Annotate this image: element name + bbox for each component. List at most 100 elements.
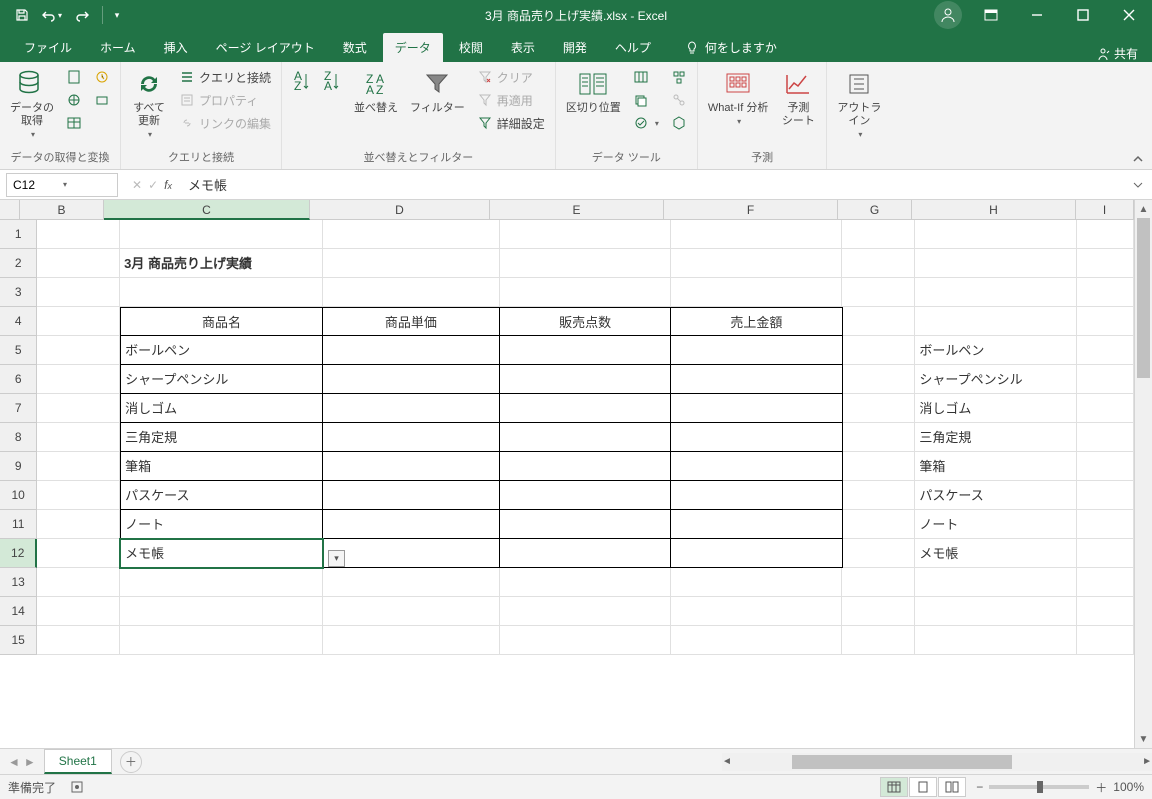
- cell-H9[interactable]: 筆箱: [915, 452, 1076, 481]
- cell-G2[interactable]: [842, 249, 915, 278]
- cell-H8[interactable]: 三角定規: [915, 423, 1076, 452]
- cell-C1[interactable]: [120, 220, 323, 249]
- cell-H12[interactable]: メモ帳: [915, 539, 1076, 568]
- text-to-columns-button[interactable]: 区切り位置: [562, 66, 625, 117]
- cell-G14[interactable]: [842, 597, 915, 626]
- cell-F9[interactable]: [671, 452, 842, 481]
- sheet-nav-next[interactable]: ►: [24, 755, 36, 769]
- clear-filter-button[interactable]: クリア: [473, 66, 549, 88]
- cell-D4[interactable]: 商品単価: [323, 307, 500, 336]
- cell-E15[interactable]: [500, 626, 671, 655]
- cell-B15[interactable]: [37, 626, 120, 655]
- cell-I10[interactable]: [1077, 481, 1134, 510]
- qat-customize[interactable]: ▾: [109, 1, 125, 29]
- cell-B7[interactable]: [37, 394, 120, 423]
- cell-C5[interactable]: ボールペン: [120, 336, 323, 365]
- from-text-button[interactable]: [62, 66, 86, 88]
- cell-I7[interactable]: [1077, 394, 1134, 423]
- cell-F6[interactable]: [671, 365, 842, 394]
- cell-C14[interactable]: [120, 597, 323, 626]
- data-validation-button[interactable]: ▾: [629, 112, 663, 134]
- cell-F12[interactable]: [671, 539, 842, 568]
- cell-B11[interactable]: [37, 510, 120, 539]
- advanced-filter-button[interactable]: 詳細設定: [473, 112, 549, 134]
- tab-file[interactable]: ファイル: [12, 33, 84, 62]
- cell-E9[interactable]: [500, 452, 671, 481]
- cell-F8[interactable]: [671, 423, 842, 452]
- cell-C7[interactable]: 消しゴム: [120, 394, 323, 423]
- cell-I13[interactable]: [1077, 568, 1134, 597]
- cell-D1[interactable]: [323, 220, 500, 249]
- cell-G6[interactable]: [843, 365, 916, 394]
- cell-B14[interactable]: [37, 597, 120, 626]
- cell-F1[interactable]: [671, 220, 842, 249]
- cell-I4[interactable]: [1077, 307, 1134, 336]
- cell-H3[interactable]: [915, 278, 1076, 307]
- cell-H5[interactable]: ボールペン: [915, 336, 1076, 365]
- row-header-14[interactable]: 14: [0, 597, 37, 626]
- column-header-G[interactable]: G: [838, 200, 912, 220]
- row-header-12[interactable]: 12: [0, 539, 37, 568]
- cell-C4[interactable]: 商品名: [120, 307, 323, 336]
- cell-F7[interactable]: [671, 394, 842, 423]
- row-header-10[interactable]: 10: [0, 481, 37, 510]
- zoom-slider[interactable]: [989, 785, 1089, 789]
- scroll-left-button[interactable]: ◄: [722, 753, 732, 771]
- queries-button[interactable]: クエリと接続: [175, 66, 275, 88]
- cell-D7[interactable]: [323, 394, 500, 423]
- existing-conn-button[interactable]: [90, 89, 114, 111]
- remove-dup-button[interactable]: [629, 89, 663, 111]
- normal-view-button[interactable]: [880, 777, 908, 797]
- consolidate-button[interactable]: [667, 66, 691, 88]
- vertical-scrollbar[interactable]: ▲ ▼: [1134, 200, 1152, 748]
- cell-E10[interactable]: [500, 481, 671, 510]
- cell-H15[interactable]: [915, 626, 1076, 655]
- cell-C15[interactable]: [120, 626, 323, 655]
- cell-B3[interactable]: [37, 278, 120, 307]
- filter-button[interactable]: フィルター: [406, 66, 469, 117]
- row-header-1[interactable]: 1: [0, 220, 37, 249]
- select-all-button[interactable]: [0, 200, 20, 220]
- tab-insert[interactable]: 挿入: [152, 33, 200, 62]
- properties-button[interactable]: プロパティ: [175, 89, 275, 111]
- close-button[interactable]: [1106, 0, 1152, 30]
- name-box[interactable]: C12▾: [6, 173, 118, 197]
- cell-D3[interactable]: [323, 278, 500, 307]
- tab-review[interactable]: 校閲: [447, 33, 495, 62]
- cell-H7[interactable]: 消しゴム: [915, 394, 1076, 423]
- row-header-4[interactable]: 4: [0, 307, 37, 336]
- sort-asc-button[interactable]: AZ: [288, 66, 316, 98]
- zoom-in-button[interactable]: ＋: [1095, 779, 1107, 796]
- cell-C10[interactable]: パスケース: [120, 481, 323, 510]
- cell-D2[interactable]: [323, 249, 500, 278]
- sort-desc-button[interactable]: ZA: [318, 66, 346, 98]
- data-validation-dropdown[interactable]: ▾: [328, 550, 345, 567]
- row-header-15[interactable]: 15: [0, 626, 37, 655]
- cell-E3[interactable]: [500, 278, 671, 307]
- cell-I1[interactable]: [1077, 220, 1134, 249]
- cell-C8[interactable]: 三角定規: [120, 423, 323, 452]
- cell-F4[interactable]: 売上金額: [671, 307, 842, 336]
- cell-I3[interactable]: [1077, 278, 1134, 307]
- cell-D14[interactable]: [323, 597, 500, 626]
- cell-B10[interactable]: [37, 481, 120, 510]
- cell-H1[interactable]: [915, 220, 1076, 249]
- cell-I9[interactable]: [1077, 452, 1134, 481]
- tab-help[interactable]: ヘルプ: [603, 33, 663, 62]
- cell-I11[interactable]: [1077, 510, 1134, 539]
- enter-formula-button[interactable]: ✓: [148, 178, 158, 192]
- row-header-7[interactable]: 7: [0, 394, 37, 423]
- ribbon-display-button[interactable]: [968, 0, 1014, 30]
- save-button[interactable]: [8, 1, 36, 29]
- cell-H10[interactable]: パスケース: [915, 481, 1076, 510]
- cell-B8[interactable]: [37, 423, 120, 452]
- from-table-button[interactable]: [62, 112, 86, 134]
- cell-F14[interactable]: [671, 597, 842, 626]
- what-if-button[interactable]: What-If 分析 ▾: [704, 66, 773, 128]
- cell-D5[interactable]: [323, 336, 500, 365]
- row-header-2[interactable]: 2: [0, 249, 37, 278]
- cell-C3[interactable]: [120, 278, 323, 307]
- hscroll-thumb[interactable]: [792, 755, 1012, 769]
- cell-I6[interactable]: [1077, 365, 1134, 394]
- page-layout-view-button[interactable]: [909, 777, 937, 797]
